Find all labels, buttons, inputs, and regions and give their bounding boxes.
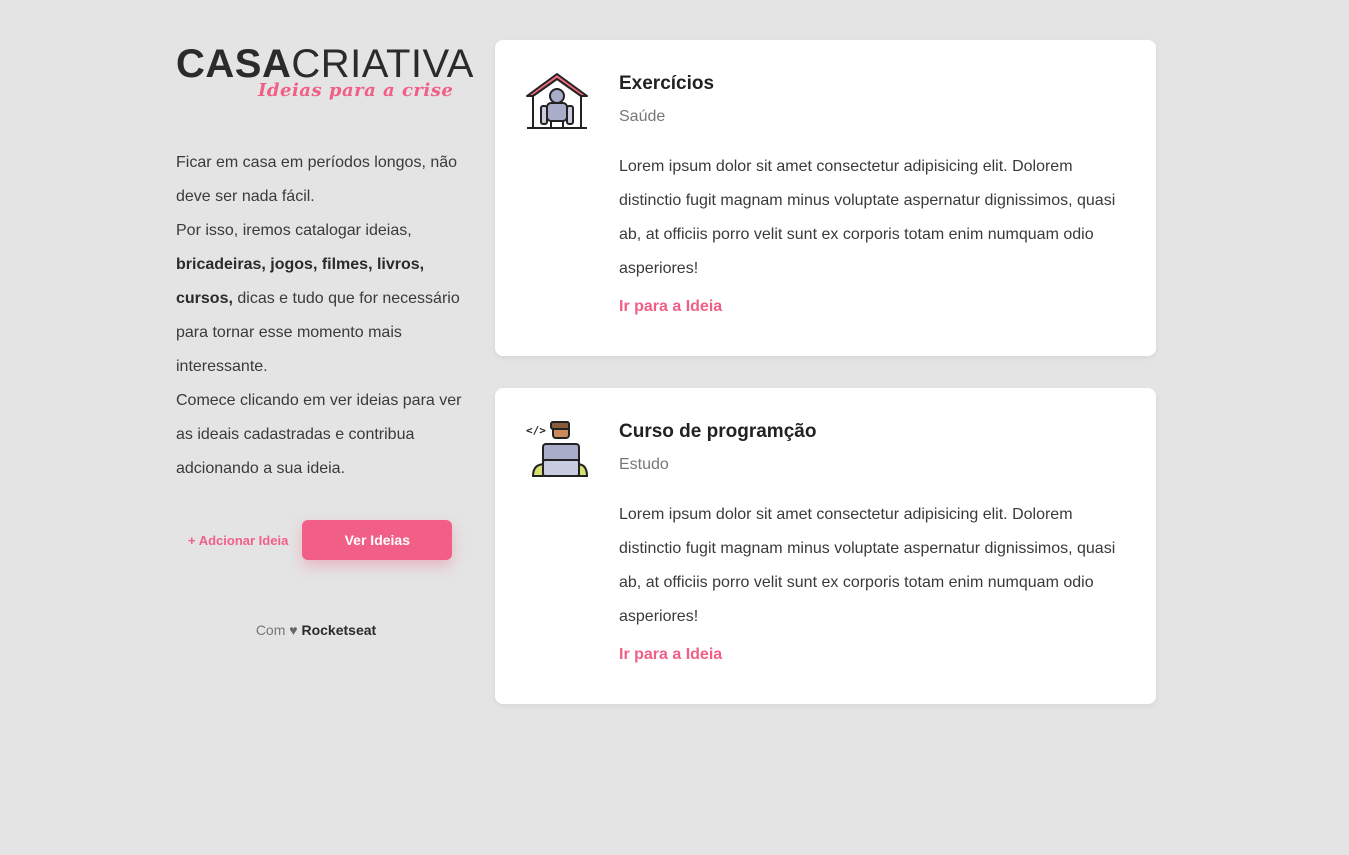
footer-brand: Rocketseat	[301, 622, 377, 638]
go-to-idea-link[interactable]: Ir para a Ideia	[619, 298, 722, 316]
action-bar: + Adcionar Ideia Ver Ideias	[176, 520, 476, 560]
go-to-idea-link[interactable]: Ir para a Ideia	[619, 646, 722, 664]
card-description: Lorem ipsum dolor sit amet consectetur a…	[619, 506, 1116, 625]
footer: Com ♥ Rocketseat	[255, 622, 377, 638]
svg-text:</>: </>	[526, 424, 546, 437]
home-workout-icon	[525, 70, 589, 134]
idea-card: Exercícios Saúde Lorem ipsum dolor sit a…	[495, 40, 1156, 356]
logo: CASACRIATIVA Ideias para a crise	[176, 42, 476, 106]
logo-tagline: Ideias para a crise	[258, 80, 454, 101]
card-category: Saúde	[619, 108, 666, 125]
programmer-icon: </>	[525, 418, 589, 482]
card-description: Lorem ipsum dolor sit amet consectetur a…	[619, 158, 1116, 277]
sidebar: CASACRIATIVA Ideias para a crise Ficar e…	[176, 40, 476, 638]
idea-card: </> Curso de programção Estudo Lorem ips…	[495, 388, 1156, 704]
card-title: Curso de programção	[619, 421, 817, 442]
intro-text: Ficar em casa em períodos longos, não de…	[176, 154, 462, 477]
view-ideas-button[interactable]: Ver Ideias	[302, 520, 453, 560]
add-idea-link[interactable]: + Adcionar Ideia	[188, 533, 288, 548]
heart-icon: ♥	[289, 622, 298, 638]
card-title: Exercícios	[619, 73, 715, 94]
ideas-list: Exercícios Saúde Lorem ipsum dolor sit a…	[495, 40, 1156, 736]
card-category: Estudo	[619, 456, 669, 473]
